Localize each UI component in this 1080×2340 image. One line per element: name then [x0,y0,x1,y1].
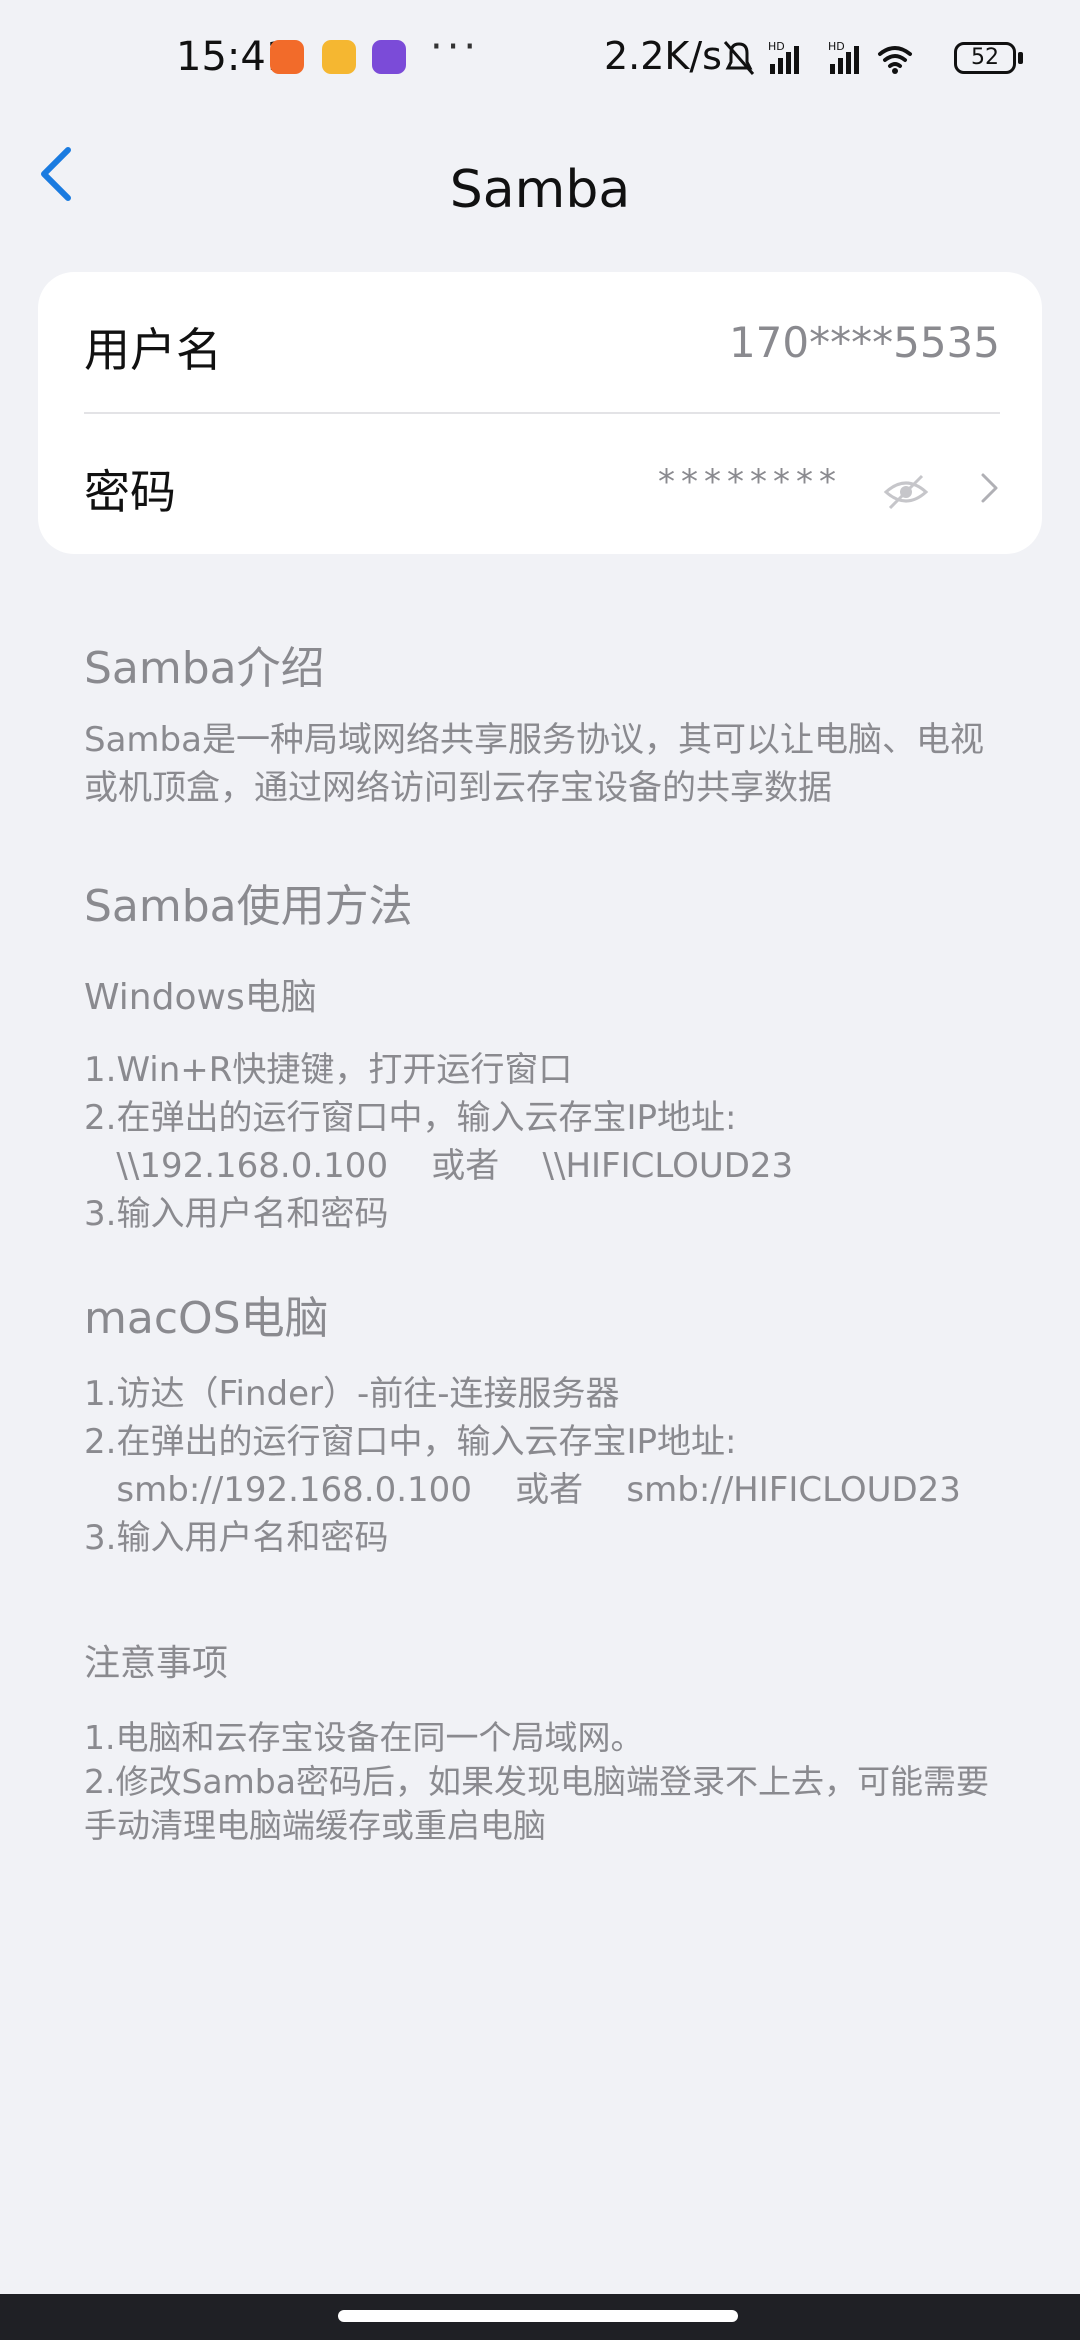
usage-heading: Samba使用方法 [84,881,413,932]
navigation-bar: Samba [0,120,1080,280]
eye-off-icon[interactable] [882,472,930,512]
svg-text:HD: HD [768,40,785,53]
svg-text:HD: HD [828,40,845,53]
notes-list: 1.电脑和云存宝设备在同一个局域网。 2.修改Samba密码后，如果发现电脑端登… [84,1716,1004,1848]
username-value: 170****5535 [728,318,1000,367]
app-icon-purple [372,40,406,74]
mac-step: 3.输入用户名和密码 [84,1518,389,1558]
windows-step: 1.Win+R快捷键，打开运行窗口 [84,1050,573,1090]
password-row[interactable]: 密码 ******** [38,414,1042,554]
status-bar: 15:41 ··· 2.2K/s HD HD 52 [0,0,1080,120]
windows-steps: 1.Win+R快捷键，打开运行窗口 2.在弹出的运行窗口中，输入云存宝IP地址:… [84,1046,1004,1238]
status-icons: HD HD [723,40,912,75]
windows-step: 3.输入用户名和密码 [84,1194,389,1234]
notes-section: 注意事项 1.电脑和云存宝设备在同一个局域网。 2.修改Samba密码后，如果发… [84,1634,1004,1848]
mac-heading: macOS电脑 [84,1293,329,1344]
username-label: 用户名 [84,323,222,377]
home-indicator[interactable] [338,2310,738,2322]
mac-steps: 1.访达（Finder）-前往-连接服务器 2.在弹出的运行窗口中，输入云存宝I… [84,1370,1004,1562]
password-label: 密码 [84,465,176,519]
usage-section: Samba使用方法 Windows电脑 1.Win+R快捷键，打开运行窗口 2.… [84,870,1004,1238]
system-nav-bar [0,2294,1080,2340]
intro-heading: Samba介绍 [84,643,325,694]
app-icon-yellow [322,40,356,74]
windows-step: 2.在弹出的运行窗口中，输入云存宝IP地址: [84,1098,737,1138]
note-item: 2.修改Samba密码后，如果发现电脑端登录不上去，可能需要手动清理电脑端缓存或… [84,1762,989,1845]
more-notifications-icon: ··· [430,24,481,70]
mac-section: macOS电脑 1.访达（Finder）-前往-连接服务器 2.在弹出的运行窗口… [84,1282,1004,1562]
mac-step: 2.在弹出的运行窗口中，输入云存宝IP地址: [84,1422,737,1462]
wifi-icon [878,46,912,68]
mute-bell-icon [723,41,755,75]
battery-tip [1018,52,1023,64]
account-card: 用户名 170****5535 密码 ******** [38,272,1042,554]
signal-icon-1: HD [768,40,799,74]
mac-step: 1.访达（Finder）-前往-连接服务器 [84,1374,620,1414]
note-item: 1.电脑和云存宝设备在同一个局域网。 [84,1718,644,1757]
intro-section: Samba介绍 Samba是一种局域网络共享服务协议，其可以让电脑、电视或机顶盒… [84,632,1004,812]
network-speed: 2.2K/s [604,34,722,78]
username-row: 用户名 170****5535 [38,272,1042,412]
mac-step: smb://192.168.0.100 或者 smb://HIFICLOUD23 [84,1470,961,1510]
battery-icon: 52 [954,42,1016,74]
intro-body: Samba是一种局域网络共享服务协议，其可以让电脑、电视或机顶盒，通过网络访问到… [84,720,984,808]
notes-heading: 注意事项 [84,1643,229,1684]
page-title: Samba [449,160,631,220]
signal-icon-2: HD [828,40,859,74]
password-mask: ******** [658,462,842,502]
windows-step: \\192.168.0.100 或者 \\HIFICLOUD23 [84,1146,794,1186]
windows-heading: Windows电脑 [84,977,317,1018]
app-icon-orange [270,40,304,74]
chevron-right-icon [981,473,998,503]
